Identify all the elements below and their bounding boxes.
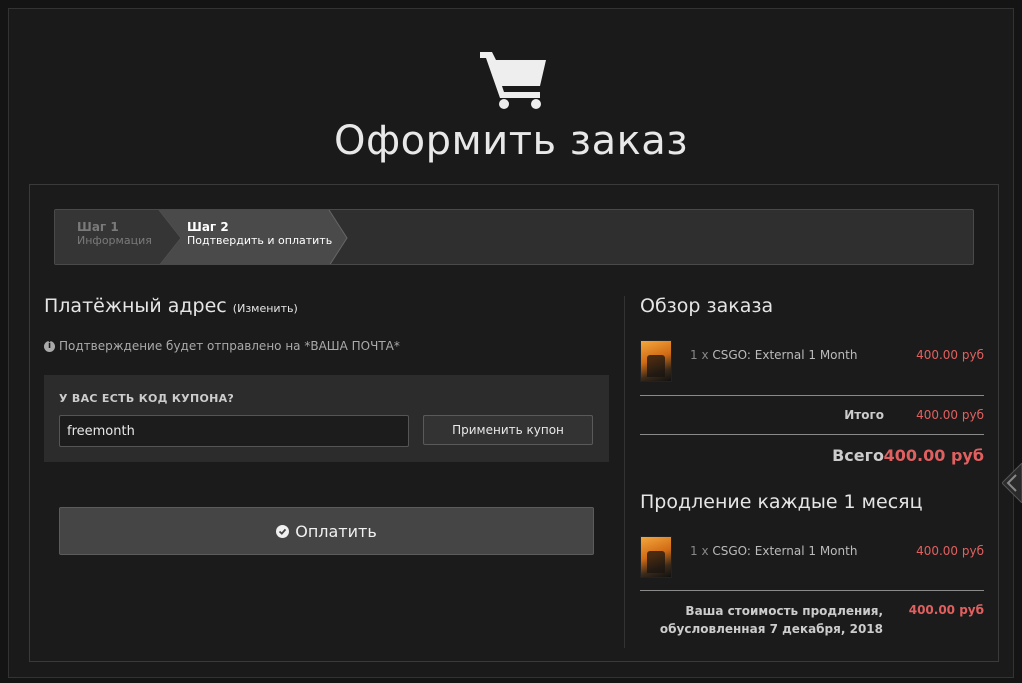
column-divider: [624, 296, 625, 648]
order-item-name-row: 1 x CSGO: External 1 Month: [690, 348, 857, 362]
coupon-input[interactable]: [59, 415, 409, 447]
step-2-subtitle: Подтвердить и оплатить: [187, 234, 333, 247]
order-item-qty: 1 x: [690, 348, 709, 362]
divider: [640, 395, 984, 396]
order-review-section: Обзор заказа: [640, 295, 984, 317]
step-2[interactable]: Шаг 2 Подтвердить и оплатить: [165, 210, 345, 264]
checkout-steps: Шаг 1 Информация Шаг 2 Подтвердить и опл…: [54, 209, 974, 265]
renewal-title: Продление каждые 1 месяц: [640, 491, 923, 513]
order-review-title: Обзор заказа: [640, 295, 774, 317]
renewal-item-name-row: 1 x CSGO: External 1 Month: [690, 544, 857, 558]
coupon-box: У ВАС ЕСТЬ КОД КУПОНА? Применить купон: [44, 375, 609, 462]
cart-icon: [480, 52, 546, 109]
renewal-item-price: 400.00 руб: [916, 544, 984, 558]
apply-coupon-button[interactable]: Применить купон: [423, 415, 593, 445]
product-thumbnail: [640, 340, 672, 382]
page-title: Оформить заказ: [333, 118, 689, 164]
email-notice: i Подтверждение будет отправлено на *ВАШ…: [44, 339, 610, 353]
total-label: Всего: [832, 446, 884, 465]
step-1-title: Шаг 1: [77, 220, 119, 234]
coupon-label: У ВАС ЕСТЬ КОД КУПОНА?: [59, 392, 235, 405]
pay-button[interactable]: Оплатить: [59, 507, 594, 555]
order-item: 1 x CSGO: External 1 Month 400.00 руб: [640, 340, 984, 384]
renewal-section: Продление каждые 1 месяц: [640, 491, 984, 513]
order-item-price: 400.00 руб: [916, 348, 984, 362]
check-circle-icon: [276, 524, 290, 538]
step-2-title: Шаг 2: [187, 220, 229, 234]
step-1[interactable]: Шаг 1 Информация: [55, 210, 165, 264]
change-address-link[interactable]: (Изменить): [233, 302, 298, 315]
product-thumbnail: [640, 536, 672, 578]
renewal-cost-label-line1: Ваша стоимость продления,: [685, 604, 883, 618]
billing-title-row: Платёжный адрес (Изменить): [44, 295, 610, 317]
step-1-subtitle: Информация: [77, 234, 152, 247]
total-value: 400.00 руб: [883, 446, 984, 465]
side-panel-toggle-icon[interactable]: [1002, 463, 1022, 503]
renewal-cost-label-line2: обусловленная 7 декабря, 2018: [659, 622, 883, 636]
subtotal-value: 400.00 руб: [916, 408, 984, 422]
renewal-item-qty: 1 x: [690, 544, 709, 558]
order-item-name: CSGO: External 1 Month: [712, 348, 858, 362]
renewal-cost-value: 400.00 руб: [908, 603, 984, 617]
billing-section: Платёжный адрес (Изменить) i Подтвержден…: [44, 295, 610, 353]
divider: [640, 434, 984, 435]
info-icon: i: [44, 340, 55, 352]
renewal-cost-label: Ваша стоимость продления, обусловленная …: [640, 602, 883, 638]
email-notice-text: Подтверждение будет отправлено на *ВАША …: [59, 339, 400, 353]
divider: [640, 590, 984, 591]
renewal-item: 1 x CSGO: External 1 Month 400.00 руб: [640, 536, 984, 580]
subtotal-label: Итого: [844, 408, 884, 422]
pay-button-label: Оплатить: [295, 521, 377, 541]
billing-title: Платёжный адрес: [44, 295, 227, 317]
renewal-item-name: CSGO: External 1 Month: [712, 544, 858, 558]
